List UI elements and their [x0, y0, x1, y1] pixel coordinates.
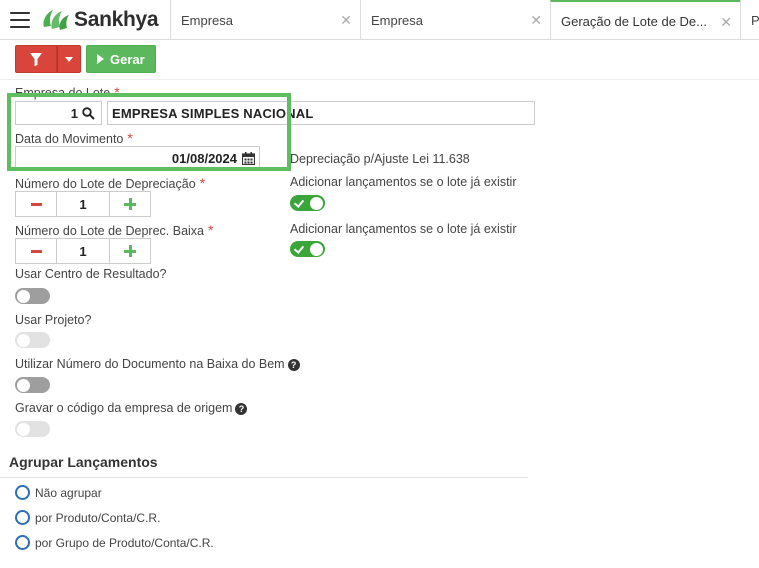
brand-name: Sankhya	[74, 8, 159, 31]
tab-label: Empresa	[181, 12, 234, 28]
filter-button[interactable]	[15, 45, 57, 73]
num-doc-label-wrap: Utilizar Número do Documento na Baixa do…	[15, 357, 300, 371]
projeto-label: Usar Projeto?	[15, 313, 92, 327]
close-icon[interactable]: ✕	[530, 12, 542, 29]
gerar-button[interactable]: Gerar	[86, 45, 156, 73]
cod-empresa-label: Gravar o código da empresa de origem	[15, 401, 233, 415]
lote-baixa-value[interactable]: 1	[57, 238, 109, 264]
radio-label: por Produto/Conta/C.R.	[35, 510, 161, 525]
section-title: Agrupar Lançamentos	[9, 454, 158, 470]
sankhya-logo-icon	[43, 10, 69, 30]
minus-icon	[30, 249, 42, 253]
funnel-icon	[30, 52, 42, 66]
data-movimento-value: 01/08/2024	[171, 150, 237, 166]
projeto-toggle	[15, 332, 50, 348]
top-bar: Sankhya Empresa ✕ Empresa ✕ Geração de L…	[0, 0, 759, 40]
tab-label: P	[751, 12, 759, 28]
radio-por-grupo[interactable]: por Grupo de Produto/Conta/C.R.	[15, 535, 214, 550]
increment-button[interactable]	[109, 191, 151, 217]
cod-empresa-toggle	[15, 421, 50, 437]
num-doc-toggle[interactable]	[15, 377, 50, 393]
decrement-button[interactable]	[15, 191, 57, 217]
tab-overflow[interactable]: P	[740, 0, 759, 40]
logo: Sankhya	[40, 6, 159, 34]
help-icon[interactable]: ?	[287, 359, 300, 371]
lote-dep-add-toggle[interactable]	[290, 195, 325, 211]
lote-baixa-add-label: Adicionar lançamentos se o lote já exist…	[290, 222, 517, 236]
empresa-name-field[interactable]: EMPRESA SIMPLES NACIONAL	[107, 101, 535, 125]
lote-baixa-stepper: 1	[15, 238, 151, 264]
lote-baixa-label-wrap: Número do Lote de Deprec. Baixa *	[15, 222, 214, 238]
gerar-label: Gerar	[110, 51, 145, 67]
calendar-icon[interactable]	[242, 151, 255, 165]
radio-circle[interactable]	[15, 485, 30, 500]
tab-empresa-1[interactable]: Empresa ✕	[170, 0, 360, 40]
radio-label: por Grupo de Produto/Conta/C.R.	[35, 535, 214, 550]
data-movimento-label: Data do Movimento	[15, 132, 124, 146]
lote-dep-value[interactable]: 1	[57, 191, 109, 217]
radio-circle[interactable]	[15, 535, 30, 550]
hamburger-icon[interactable]	[10, 12, 30, 28]
caret-down-icon	[65, 56, 73, 62]
depreciacao-label: Depreciação p/Ajuste Lei 11.638	[290, 152, 470, 166]
minus-icon	[30, 202, 42, 206]
lote-dep-add-label: Adicionar lançamentos se o lote já exist…	[290, 175, 517, 189]
plus-icon	[124, 198, 136, 210]
section-divider	[0, 477, 528, 478]
tab-label: Geração de Lote de De...	[561, 13, 707, 29]
radio-nao-agrupar[interactable]: Não agrupar	[15, 485, 102, 500]
decrement-button[interactable]	[15, 238, 57, 264]
toolbar: Gerar	[15, 45, 156, 73]
radio-por-produto[interactable]: por Produto/Conta/C.R.	[15, 510, 160, 525]
radio-circle[interactable]	[15, 510, 30, 525]
cod-empresa-label-wrap: Gravar o código da empresa de origem?	[15, 401, 248, 415]
search-icon[interactable]	[82, 106, 95, 120]
lote-dep-stepper: 1	[15, 191, 151, 217]
filter-dropdown-button[interactable]	[57, 45, 81, 73]
empresa-label-wrap: Empresa do Lote *	[15, 84, 120, 100]
centro-label: Usar Centro de Resultado?	[15, 267, 167, 281]
toolbar-divider	[0, 79, 759, 80]
empresa-label: Empresa do Lote	[15, 86, 111, 100]
check-icon	[293, 197, 305, 208]
help-icon[interactable]: ?	[235, 403, 248, 415]
increment-button[interactable]	[109, 238, 151, 264]
tab-label: Empresa	[371, 12, 424, 28]
check-icon	[293, 243, 305, 254]
lote-baixa-label: Número do Lote de Deprec. Baixa	[15, 224, 204, 238]
radio-label: Não agrupar	[35, 485, 102, 500]
close-icon[interactable]: ✕	[340, 12, 352, 29]
lote-dep-label-wrap: Número do Lote de Depreciação *	[15, 175, 206, 191]
num-doc-label: Utilizar Número do Documento na Baixa do…	[15, 357, 285, 371]
data-label-wrap: Data do Movimento *	[15, 130, 133, 146]
play-icon	[97, 54, 104, 64]
empresa-name-value: EMPRESA SIMPLES NACIONAL	[112, 105, 314, 121]
centro-toggle[interactable]	[15, 288, 50, 304]
app-root: Sankhya Empresa ✕ Empresa ✕ Geração de L…	[0, 0, 759, 568]
tab-geracao-lote[interactable]: Geração de Lote de De... ✕	[550, 0, 740, 40]
lote-baixa-add-toggle[interactable]	[290, 241, 325, 257]
lote-dep-label: Número do Lote de Depreciação	[15, 177, 196, 191]
tab-empresa-2[interactable]: Empresa ✕	[360, 0, 550, 40]
data-movimento-input[interactable]: 01/08/2024	[15, 146, 260, 170]
empresa-code-value: 1	[70, 105, 78, 121]
plus-icon	[124, 245, 136, 257]
close-icon[interactable]: ✕	[720, 14, 732, 31]
empresa-code-input[interactable]: 1	[15, 101, 102, 125]
